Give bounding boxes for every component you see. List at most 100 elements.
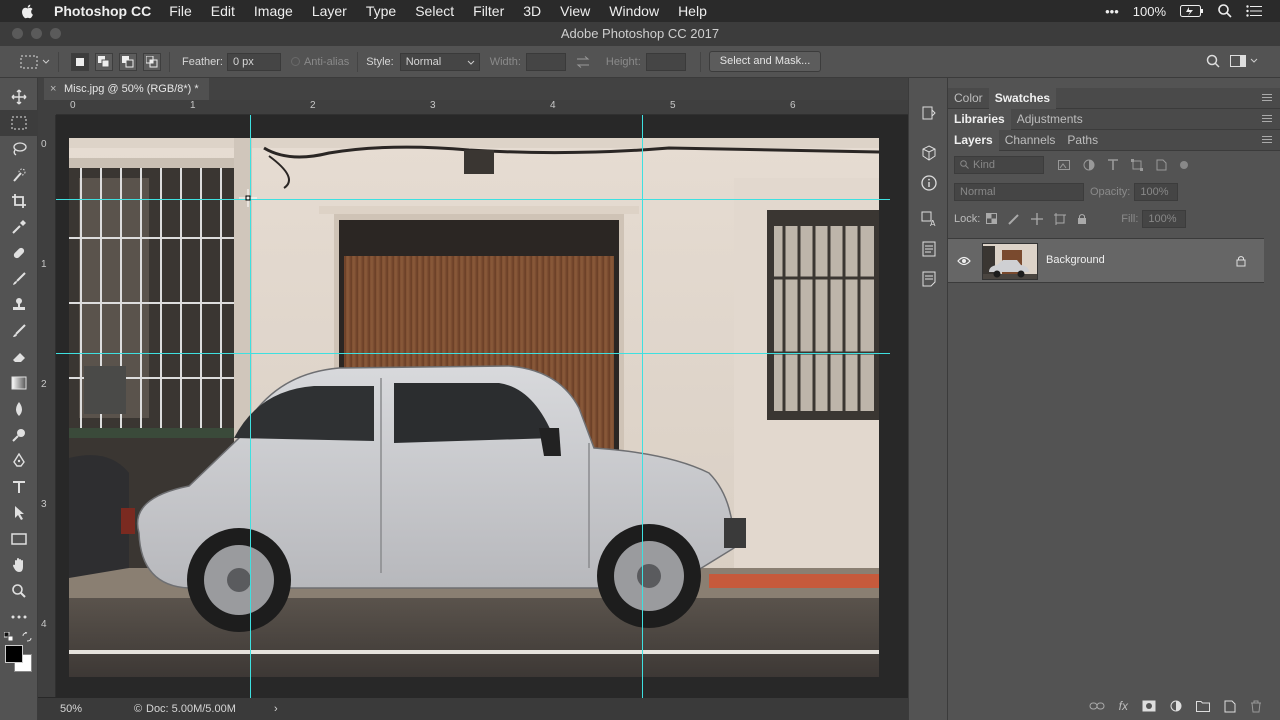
history-panel-button[interactable] (909, 98, 949, 128)
menu-select[interactable]: Select (415, 3, 454, 19)
shape-layer-filter-icon[interactable] (1131, 158, 1143, 171)
menu-image[interactable]: Image (254, 3, 293, 19)
doc-size-info[interactable]: Doc: 5.00M/5.00M (146, 698, 236, 720)
feather-input[interactable]: 0 px (226, 52, 281, 71)
status-arrow-icon[interactable]: › (274, 698, 278, 720)
style-select[interactable]: Normal (399, 52, 480, 71)
minimize-window-button[interactable] (31, 28, 42, 39)
eyedropper-tool[interactable] (0, 214, 38, 240)
menu-view[interactable]: View (560, 3, 590, 19)
width-input[interactable] (525, 52, 566, 71)
pen-tool[interactable] (0, 448, 38, 474)
search-button[interactable] (1206, 54, 1220, 71)
tab-swatches[interactable]: Swatches (988, 87, 1057, 109)
fill-input[interactable]: 100% (1142, 209, 1187, 228)
new-layer-icon[interactable] (1224, 700, 1236, 713)
opacity-input[interactable]: 100% (1134, 182, 1179, 201)
info-panel-button[interactable] (909, 168, 949, 198)
horizontal-ruler[interactable]: 0 1 2 3 4 5 6 (56, 100, 908, 115)
new-group-folder-icon[interactable] (1196, 700, 1210, 712)
menu-type[interactable]: Type (366, 3, 396, 19)
panel-menu-icon[interactable] (1262, 136, 1272, 145)
close-window-button[interactable] (12, 28, 23, 39)
zoom-tool[interactable] (0, 578, 38, 604)
default-colors-icon[interactable] (4, 632, 14, 642)
vertical-guide[interactable] (642, 115, 643, 698)
type-layer-filter-icon[interactable] (1108, 159, 1118, 170)
dodge-tool[interactable] (0, 422, 38, 448)
antialias-checkbox[interactable]: Anti-alias (290, 56, 349, 68)
more-dots-icon[interactable]: ••• (1105, 4, 1119, 19)
height-input[interactable] (645, 52, 686, 71)
swap-colors-icon[interactable] (22, 632, 32, 642)
trash-icon[interactable] (1250, 700, 1262, 713)
zoom-window-button[interactable] (50, 28, 61, 39)
lock-position-icon[interactable] (1031, 212, 1044, 225)
tool-preset-picker[interactable] (20, 55, 50, 69)
vertical-ruler[interactable]: 0 1 2 3 4 (38, 115, 56, 697)
tab-paths[interactable]: Paths (1061, 130, 1104, 151)
fx-icon[interactable]: fx (1119, 699, 1128, 713)
quick-selection-tool[interactable] (0, 162, 38, 188)
intersect-selection-button[interactable] (143, 52, 161, 71)
eraser-tool[interactable] (0, 344, 38, 370)
lock-artboard-icon[interactable] (1054, 212, 1067, 225)
tab-channels[interactable]: Channels (999, 130, 1062, 151)
layer-thumbnail[interactable] (982, 243, 1038, 280)
3d-panel-button[interactable] (909, 138, 949, 168)
lock-image-pixels-icon[interactable] (1008, 213, 1020, 225)
horizontal-guide[interactable] (56, 199, 890, 200)
swap-width-height-icon[interactable] (576, 55, 590, 68)
foreground-color-swatch[interactable] (5, 645, 23, 663)
lasso-tool[interactable] (0, 136, 38, 162)
type-tool[interactable] (0, 474, 38, 500)
select-and-mask-button[interactable]: Select and Mask... (708, 51, 822, 72)
adjustment-layer-icon[interactable] (1170, 700, 1182, 712)
layer-name[interactable]: Background (1046, 254, 1105, 266)
kind-filter-select[interactable]: Kind (954, 155, 1044, 174)
menu-window[interactable]: Window (609, 3, 659, 19)
paragraph-panel-button[interactable] (909, 234, 949, 264)
smart-object-filter-icon[interactable] (1156, 159, 1167, 171)
layer-row-background[interactable]: Background (948, 238, 1264, 283)
close-tab-icon[interactable]: × (50, 78, 56, 100)
panel-menu-icon[interactable] (1262, 115, 1272, 124)
tab-color[interactable]: Color (948, 88, 989, 109)
battery-icon[interactable] (1180, 5, 1204, 17)
crop-tool[interactable] (0, 188, 38, 214)
rectangle-tool[interactable] (0, 526, 38, 552)
blur-tool[interactable] (0, 396, 38, 422)
document-tab[interactable]: × Misc.jpg @ 50% (RGB/8*) * (44, 78, 209, 100)
add-mask-icon[interactable] (1142, 700, 1156, 712)
tab-adjustments[interactable]: Adjustments (1011, 109, 1089, 130)
notification-center-icon[interactable] (1246, 5, 1262, 17)
zoom-level[interactable]: 50% (60, 698, 82, 720)
add-to-selection-button[interactable] (95, 52, 113, 71)
menu-help[interactable]: Help (678, 3, 707, 19)
adjustment-layer-filter-icon[interactable] (1083, 159, 1095, 171)
ruler-origin[interactable] (38, 100, 56, 115)
lock-all-icon[interactable] (1077, 213, 1087, 225)
menu-file[interactable]: File (169, 3, 192, 19)
canvas-image[interactable] (69, 138, 879, 677)
blend-mode-select[interactable]: Normal (954, 182, 1084, 201)
apple-menu-icon[interactable] (20, 3, 36, 19)
workspace-switcher[interactable] (1230, 55, 1258, 67)
path-selection-tool[interactable] (0, 500, 38, 526)
pixel-layer-filter-icon[interactable] (1058, 159, 1070, 170)
tab-layers[interactable]: Layers (948, 129, 999, 151)
app-name[interactable]: Photoshop CC (54, 3, 151, 19)
panel-menu-icon[interactable] (1262, 94, 1272, 103)
menu-edit[interactable]: Edit (211, 3, 235, 19)
tab-libraries[interactable]: Libraries (948, 108, 1011, 130)
lock-transparent-pixels-icon[interactable] (986, 213, 998, 224)
healing-brush-tool[interactable] (0, 240, 38, 266)
menu-filter[interactable]: Filter (473, 3, 504, 19)
gradient-tool[interactable] (0, 370, 38, 396)
rectangular-marquee-tool[interactable] (0, 110, 38, 136)
filter-toggle-icon[interactable] (1180, 160, 1188, 169)
hand-tool[interactable] (0, 552, 38, 578)
layer-locked-icon[interactable] (1236, 255, 1246, 267)
character-panel-button[interactable]: A (909, 204, 949, 234)
subtract-from-selection-button[interactable] (119, 52, 137, 71)
